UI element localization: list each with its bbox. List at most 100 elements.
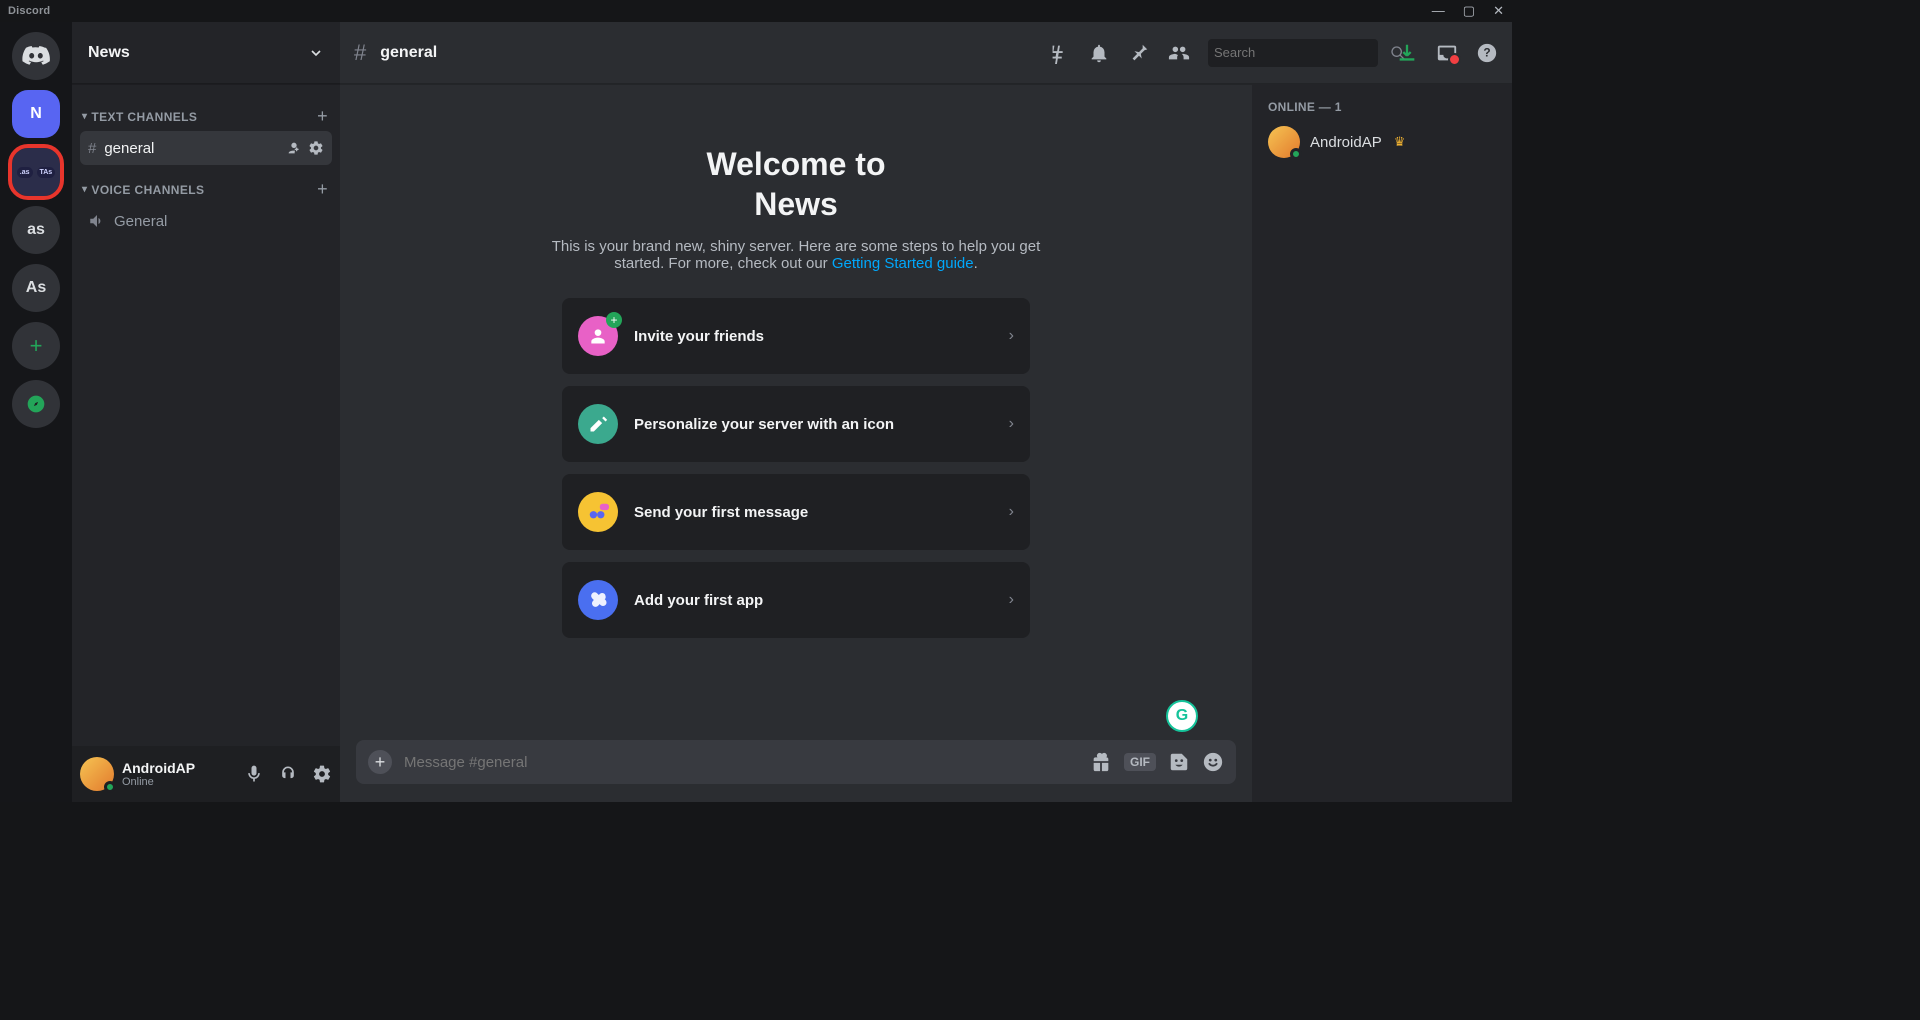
folder-preview: .as TAs bbox=[17, 167, 55, 178]
category-label: VOICE CHANNELS bbox=[91, 183, 204, 197]
mute-button[interactable] bbox=[244, 764, 264, 784]
server-initial: as bbox=[27, 221, 45, 239]
app-brand: Discord bbox=[8, 5, 50, 17]
grammarly-icon[interactable]: G bbox=[1166, 700, 1198, 732]
server-initial: As bbox=[26, 279, 46, 297]
welcome-panel: Welcome to News This is your brand new, … bbox=[340, 84, 1252, 740]
channel-sidebar: News ▾ TEXT CHANNELS + # general bbox=[72, 22, 340, 802]
hash-icon: # bbox=[88, 140, 96, 157]
card-label: Send your first message bbox=[634, 504, 808, 521]
personalize-icon bbox=[578, 404, 618, 444]
window-titlebar: Discord — ▢ ✕ bbox=[0, 0, 1512, 22]
category-label: TEXT CHANNELS bbox=[91, 110, 197, 124]
edit-channel-icon[interactable] bbox=[308, 140, 324, 156]
member-name: AndroidAP bbox=[1310, 134, 1382, 151]
channel-text-general[interactable]: # general bbox=[80, 131, 332, 165]
message-icon bbox=[578, 492, 618, 532]
card-label: Personalize your server with an icon bbox=[634, 416, 894, 433]
add-server-button[interactable]: + bbox=[12, 322, 60, 370]
user-status: Online bbox=[122, 776, 195, 789]
user-avatar[interactable] bbox=[80, 757, 114, 791]
emoji-button[interactable] bbox=[1202, 751, 1224, 773]
personalize-server-card[interactable]: Personalize your server with an icon › bbox=[562, 386, 1030, 462]
server-item-selected[interactable]: N bbox=[12, 90, 60, 138]
window-controls: — ▢ ✕ bbox=[1432, 3, 1504, 19]
main-area: # general bbox=[340, 22, 1512, 802]
first-message-card[interactable]: Send your first message › bbox=[562, 474, 1030, 550]
threads-button[interactable] bbox=[1048, 42, 1070, 64]
gif-button[interactable]: GIF bbox=[1124, 753, 1156, 771]
channel-name: general bbox=[104, 140, 154, 157]
hash-icon: # bbox=[354, 40, 366, 66]
channel-toolbar: # general bbox=[340, 22, 1512, 84]
svg-text:?: ? bbox=[1483, 45, 1490, 59]
welcome-title: Welcome to News bbox=[707, 144, 886, 224]
app-icon bbox=[578, 580, 618, 620]
message-composer: + G GIF bbox=[356, 740, 1236, 784]
chevron-right-icon: › bbox=[1009, 503, 1014, 521]
notifications-button[interactable] bbox=[1088, 42, 1110, 64]
chevron-right-icon: › bbox=[1009, 327, 1014, 345]
explore-servers-button[interactable] bbox=[12, 380, 60, 428]
user-settings-button[interactable] bbox=[312, 764, 332, 784]
attach-button[interactable]: + bbox=[368, 750, 392, 774]
invite-icon: + bbox=[578, 316, 618, 356]
search-box[interactable] bbox=[1208, 39, 1378, 67]
chevron-down-icon: ▾ bbox=[82, 111, 87, 122]
create-invite-icon[interactable] bbox=[286, 140, 302, 156]
home-button[interactable] bbox=[12, 32, 60, 80]
status-online-icon bbox=[1290, 148, 1302, 160]
gift-button[interactable] bbox=[1090, 751, 1112, 773]
getting-started-link[interactable]: Getting Started guide bbox=[832, 255, 974, 272]
server-folder[interactable]: .as TAs bbox=[12, 148, 60, 196]
server-rail: N .as TAs as As + bbox=[0, 22, 72, 802]
channel-voice-general[interactable]: General bbox=[80, 204, 332, 238]
add-app-card[interactable]: Add your first app › bbox=[562, 562, 1030, 638]
discord-logo-icon bbox=[22, 46, 50, 66]
user-panel: AndroidAP Online bbox=[72, 746, 340, 802]
status-online-icon bbox=[104, 781, 116, 793]
help-button[interactable]: ? bbox=[1476, 42, 1498, 64]
sticker-button[interactable] bbox=[1168, 751, 1190, 773]
channel-name: General bbox=[114, 213, 167, 230]
card-label: Invite your friends bbox=[634, 328, 764, 345]
server-owner-crown-icon: ♛ bbox=[1394, 134, 1406, 150]
deafen-button[interactable] bbox=[278, 764, 298, 784]
server-item[interactable]: as bbox=[12, 206, 60, 254]
compass-icon bbox=[26, 394, 46, 414]
members-section-header: ONLINE — 1 bbox=[1262, 100, 1502, 122]
window-maximize-button[interactable]: ▢ bbox=[1463, 3, 1475, 19]
plus-badge-icon: + bbox=[606, 312, 622, 328]
server-item[interactable]: As bbox=[12, 264, 60, 312]
category-text-channels[interactable]: ▾ TEXT CHANNELS + bbox=[80, 92, 332, 131]
search-input[interactable] bbox=[1214, 45, 1390, 60]
create-channel-button[interactable]: + bbox=[317, 106, 328, 127]
chevron-right-icon: › bbox=[1009, 415, 1014, 433]
create-channel-button[interactable]: + bbox=[317, 179, 328, 200]
window-close-button[interactable]: ✕ bbox=[1493, 3, 1504, 19]
inbox-button[interactable] bbox=[1436, 42, 1458, 64]
member-list-toggle[interactable] bbox=[1168, 42, 1190, 64]
pinned-messages-button[interactable] bbox=[1128, 42, 1150, 64]
member-item[interactable]: AndroidAP ♛ bbox=[1262, 122, 1502, 162]
onboarding-cards: + Invite your friends › Personalize your… bbox=[562, 298, 1030, 638]
member-list: ONLINE — 1 AndroidAP ♛ bbox=[1252, 84, 1512, 802]
toolbar-channel-name: general bbox=[380, 44, 437, 62]
folder-mini-item: .as bbox=[17, 167, 33, 178]
card-label: Add your first app bbox=[634, 592, 763, 609]
window-minimize-button[interactable]: — bbox=[1432, 3, 1445, 19]
plus-icon: + bbox=[30, 333, 43, 359]
chevron-right-icon: › bbox=[1009, 591, 1014, 609]
server-initial: N bbox=[30, 105, 42, 123]
invite-friends-card[interactable]: + Invite your friends › bbox=[562, 298, 1030, 374]
download-button[interactable] bbox=[1396, 42, 1418, 64]
chevron-down-icon: ▾ bbox=[82, 184, 87, 195]
welcome-subtitle: This is your brand new, shiny server. He… bbox=[536, 238, 1056, 272]
message-input[interactable] bbox=[404, 754, 1078, 771]
server-name: News bbox=[88, 44, 130, 62]
server-header[interactable]: News bbox=[72, 22, 340, 84]
category-voice-channels[interactable]: ▾ VOICE CHANNELS + bbox=[80, 165, 332, 204]
user-meta[interactable]: AndroidAP Online bbox=[122, 760, 195, 789]
folder-mini-item: TAs bbox=[37, 167, 56, 178]
chevron-down-icon bbox=[308, 45, 324, 61]
